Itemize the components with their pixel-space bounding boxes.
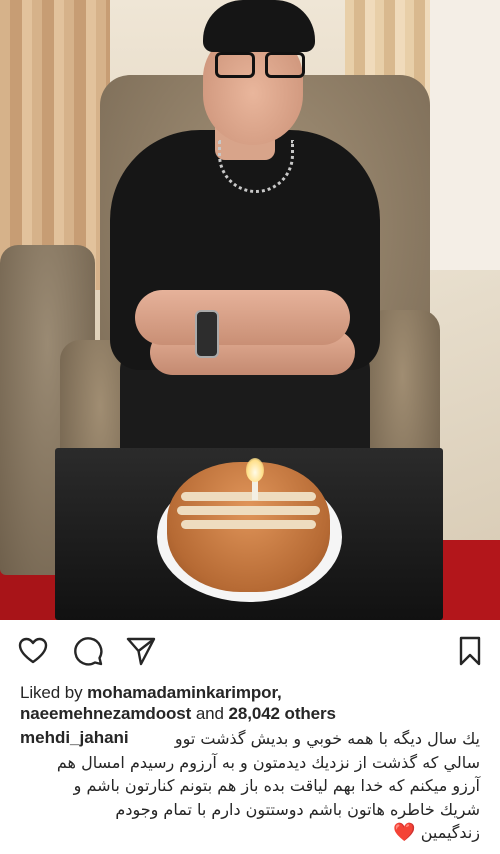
likes-count-link[interactable]: 28,042 others	[229, 704, 336, 723]
cap	[203, 0, 315, 52]
caption-line: سالي كه گذشت از نزديك ديدمتون و به آرزوم…	[56, 752, 480, 772]
caption-line: شريك خاطره هاتون باشم دوستتون دارم با تم…	[115, 799, 480, 819]
post-photo[interactable]	[0, 0, 500, 620]
liker-link[interactable]: naeemehnezamdoost	[20, 704, 191, 723]
wall	[430, 0, 500, 270]
caption-line-last: زندگيمين ❤️	[20, 821, 480, 845]
cake	[167, 462, 330, 592]
bookmark-icon[interactable]	[453, 634, 487, 668]
person-arm-upper	[135, 290, 350, 345]
comment-icon[interactable]	[71, 634, 105, 668]
heart-emoji-icon: ❤️	[393, 822, 416, 843]
caption: mehdi_jahani يك سال ديگه با همه خوبي و ب…	[0, 724, 500, 845]
liker-link[interactable]: mohamadaminkarimpor,	[87, 683, 282, 702]
likes-prefix: Liked by	[20, 683, 83, 702]
heart-outline-icon[interactable]	[16, 634, 50, 668]
glasses	[215, 52, 307, 80]
likes-connector: and	[195, 704, 224, 723]
caption-line-text: زندگيمين	[420, 823, 480, 842]
likes-summary: Liked by mohamadaminkarimpor, naeemehnez…	[0, 682, 500, 724]
paper-plane-icon[interactable]	[124, 634, 158, 668]
wristwatch	[195, 310, 219, 358]
caption-line: آرزو ميكنم كه خدا بهم لياقت بده باز هم ب…	[73, 776, 480, 795]
action-bar	[0, 620, 500, 682]
candle-flame	[246, 458, 264, 482]
